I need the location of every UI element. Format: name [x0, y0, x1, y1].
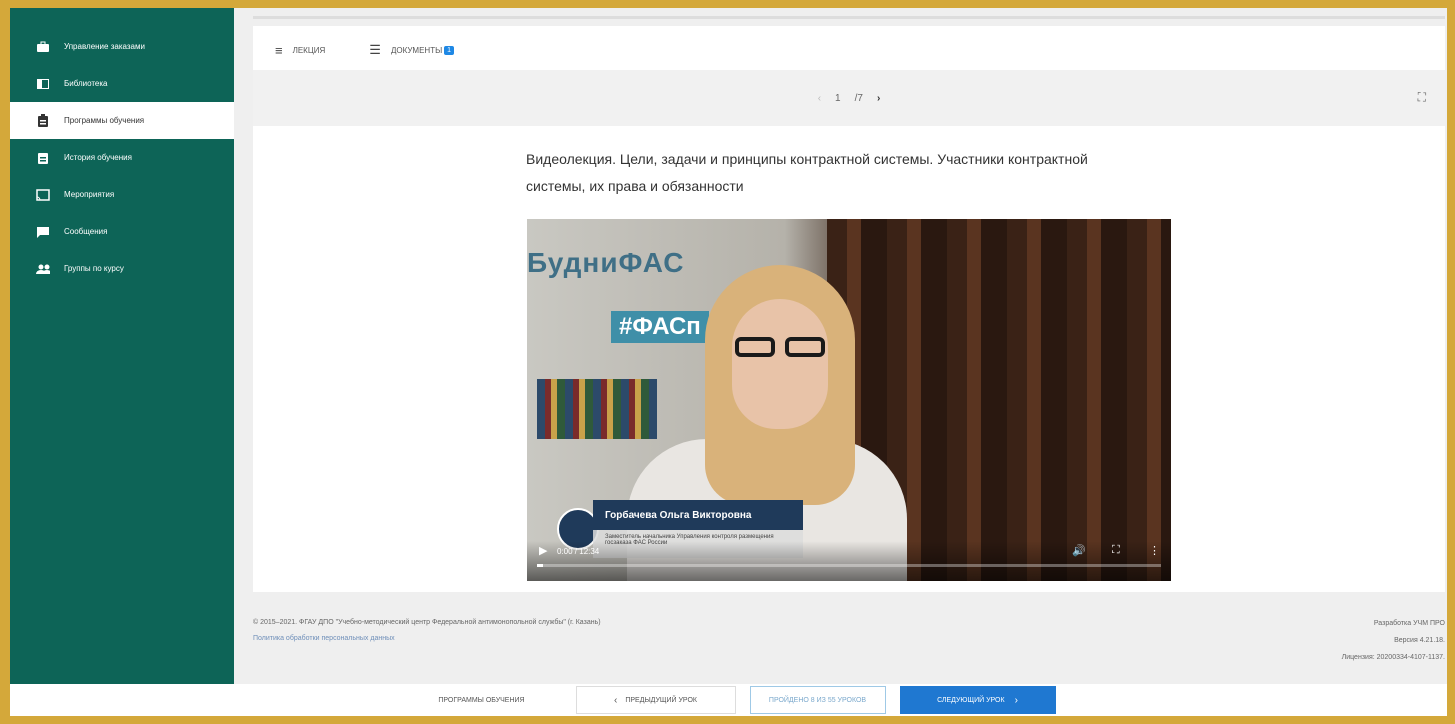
fullscreen-icon[interactable]: ⛶ — [1418, 90, 1426, 105]
sidebar-item-label: Управление заказами — [64, 42, 145, 51]
main-area: ≡ ЛЕКЦИЯ ☰ ДОКУМЕНТЫ 1 ‹ 1 /7 › ⛶ Видеол… — [234, 8, 1447, 684]
footer-left: © 2015–2021. ФГАУ ДПО "Учебно-методическ… — [253, 615, 601, 647]
prev-lesson-label: ПРЕДЫДУЩИЙ УРОК — [625, 696, 697, 704]
footer-right: Разработка УЧМ ПРО Версия 4.21.18. Лицен… — [1342, 615, 1445, 666]
list-icon: ☰ — [369, 42, 381, 57]
documents-count-badge: 1 — [444, 45, 455, 55]
sidebar-item-history[interactable]: История обучения — [10, 139, 234, 176]
page-total: /7 — [854, 92, 863, 104]
books-background — [537, 379, 657, 439]
copyright: © 2015–2021. ФГАУ ДПО "Учебно-методическ… — [253, 619, 601, 626]
video-time: 0:00 / 12:34 — [557, 547, 600, 556]
tab-documents[interactable]: ☰ ДОКУМЕНТЫ 1 — [347, 30, 476, 70]
group-icon — [36, 263, 50, 275]
wall-text: БудниФАС — [527, 247, 685, 278]
version: Версия 4.21.18. — [1394, 637, 1445, 644]
privacy-link[interactable]: Политика обработки персональных данных — [253, 631, 601, 647]
sidebar-item-orders[interactable]: Управление заказами — [10, 28, 234, 65]
play-icon[interactable]: ▶ — [539, 544, 547, 557]
tab-bar: ≡ ЛЕКЦИЯ ☰ ДОКУМЕНТЫ 1 — [253, 26, 476, 70]
video-player[interactable]: БудниФАС #ФАСп Горбачева Ольга Викторовн… — [527, 219, 1171, 581]
video-progress-fill — [537, 564, 544, 567]
speaker-face — [732, 299, 828, 429]
lesson-card: ≡ ЛЕКЦИЯ ☰ ДОКУМЕНТЫ 1 ‹ 1 /7 › ⛶ Видеол… — [253, 26, 1445, 592]
sidebar-item-events[interactable]: Мероприятия — [10, 176, 234, 213]
sidebar-item-label: Мероприятия — [64, 190, 115, 199]
message-icon — [36, 226, 50, 238]
library-icon — [36, 78, 50, 90]
sidebar: Управление заказами Библиотека Программы… — [10, 8, 234, 684]
chevron-left-icon: ‹ — [614, 694, 618, 706]
divider — [253, 16, 1445, 19]
lessons-progress: ПРОЙДЕНО 8 ИЗ 55 УРОКОВ — [749, 686, 886, 714]
sidebar-item-label: Группы по курсу — [64, 264, 124, 273]
clipboard-icon — [36, 113, 50, 127]
page-current[interactable]: 1 — [835, 93, 841, 104]
more-icon[interactable]: ⋮ — [1149, 544, 1160, 557]
next-lesson-button[interactable]: СЛЕДУЮЩИЙ УРОК › — [899, 686, 1056, 714]
developer: Разработка УЧМ ПРО — [1373, 620, 1445, 627]
speaker-glasses — [731, 337, 829, 359]
sidebar-item-library[interactable]: Библиотека — [10, 65, 234, 102]
chevron-left-icon[interactable]: ‹ — [818, 93, 821, 104]
pager: ‹ 1 /7 › ⛶ — [253, 70, 1445, 126]
tab-lecture[interactable]: ≡ ЛЕКЦИЯ — [253, 30, 348, 70]
prev-lesson-button[interactable]: ‹ ПРЕДЫДУЩИЙ УРОК — [575, 686, 736, 714]
programs-button[interactable]: ПРОГРАММЫ ОБУЧЕНИЯ — [402, 686, 562, 714]
chevron-right-icon[interactable]: › — [877, 93, 880, 104]
lesson-nav-bar: ПРОГРАММЫ ОБУЧЕНИЯ ‹ ПРЕДЫДУЩИЙ УРОК ПРО… — [10, 684, 1447, 716]
briefcase-icon — [36, 41, 50, 53]
sidebar-item-label: Библиотека — [64, 79, 108, 88]
sidebar-item-messages[interactable]: Сообщения — [10, 213, 234, 250]
sidebar-item-label: История обучения — [64, 153, 132, 162]
tab-label: ДОКУМЕНТЫ — [390, 45, 443, 55]
fullscreen-icon[interactable]: ⛶ — [1112, 544, 1120, 557]
chevron-right-icon: › — [1014, 694, 1018, 706]
sidebar-item-label: Программы обучения — [64, 116, 145, 125]
next-lesson-label: СЛЕДУЮЩИЙ УРОК — [937, 696, 1005, 704]
license: Лицензия: 20200334-4107-1137. — [1341, 654, 1445, 661]
sidebar-item-programs[interactable]: Программы обучения — [10, 102, 234, 139]
lines-icon: ≡ — [275, 42, 283, 58]
sidebar-item-label: Сообщения — [64, 227, 108, 236]
cast-icon — [36, 188, 50, 201]
video-progress[interactable] — [537, 564, 1161, 567]
speaker-name: Горбачева Ольга Викторовна — [593, 500, 803, 530]
video-controls: ▶ 0:00 / 12:34 🔊 ⛶ ⋮ — [527, 541, 1171, 581]
tab-label: ЛЕКЦИЯ — [292, 45, 326, 55]
sidebar-item-groups[interactable]: Группы по курсу — [10, 250, 234, 287]
wall-tag: #ФАСп — [611, 311, 709, 343]
lecture-title: Видеолекция. Цели, задачи и принципы кон… — [526, 151, 1088, 194]
history-icon — [36, 152, 50, 164]
volume-icon[interactable]: 🔊 — [1072, 544, 1086, 557]
